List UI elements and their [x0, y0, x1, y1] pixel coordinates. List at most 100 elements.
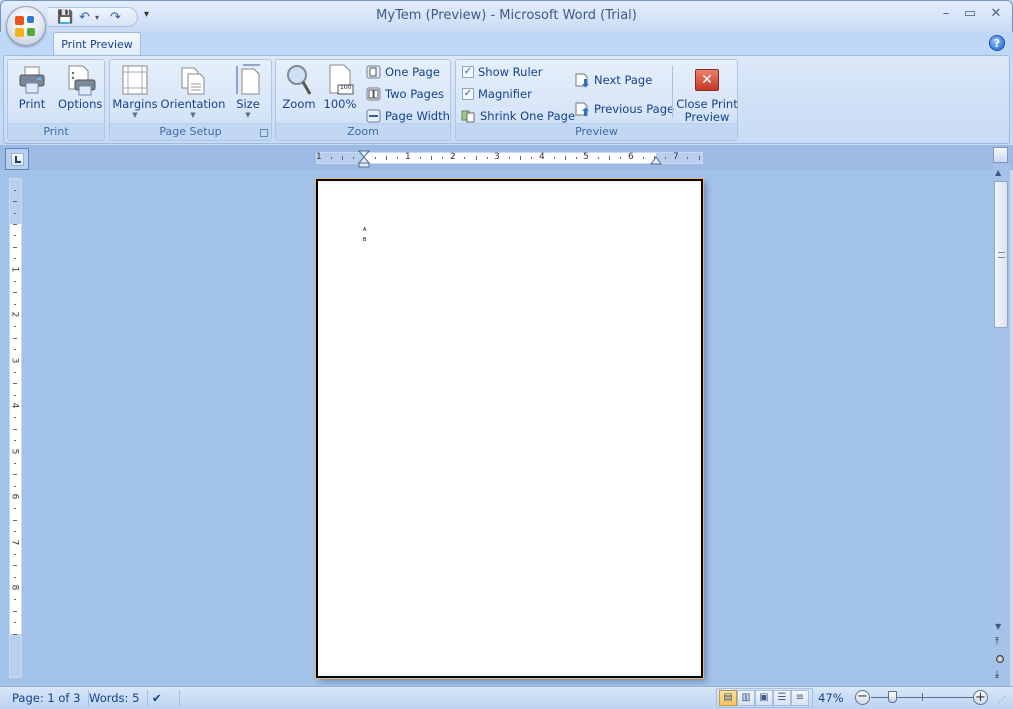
zoom-slider-center-mark [922, 693, 923, 701]
close-print-preview-button[interactable]: ✕ Close Print Preview [676, 62, 738, 124]
ruler-tick [14, 394, 16, 396]
office-button[interactable] [6, 6, 46, 46]
ruler-tick [564, 156, 566, 160]
ruler-label: 2 [450, 152, 456, 162]
ruler-tick [397, 157, 399, 159]
two-pages-button[interactable]: Two Pages [366, 84, 444, 104]
shrink-page-icon [461, 110, 475, 123]
magnifier-checkbox[interactable]: ✓ Magnifier [462, 84, 532, 104]
group-page-setup: Margins ▼ Orientation ▼ Size ▼ Page Setu… [109, 59, 272, 141]
ruler-tick [14, 235, 16, 237]
tab-selector-button[interactable] [5, 148, 29, 170]
full-screen-reading-view-icon[interactable]: ▥ [737, 690, 755, 706]
ruler-tick [609, 156, 611, 160]
office-logo-icon-part [27, 28, 35, 36]
ruler-tick [14, 440, 16, 442]
first-line-indent-marker[interactable] [358, 150, 370, 168]
scroll-thumb[interactable] [994, 181, 1008, 328]
zoom-level[interactable]: 47% [818, 690, 844, 707]
previous-page-button[interactable]: Previous Page [574, 99, 674, 119]
ruler-tick [620, 157, 622, 159]
office-logo-icon-part [15, 28, 24, 37]
next-page-icon [575, 73, 589, 88]
print-button[interactable]: Print [14, 62, 50, 120]
orientation-button[interactable]: Orientation ▼ [160, 62, 226, 120]
options-label: Options [58, 97, 103, 111]
web-layout-view-icon[interactable]: ▣ [755, 690, 773, 706]
vertical-ruler[interactable]: 1 2 3 4 5 6 7 8 [9, 178, 22, 678]
zoom-slider-thumb[interactable] [887, 691, 897, 703]
ruler-tick [14, 622, 16, 624]
right-indent-marker[interactable] [650, 155, 662, 165]
previous-page-arrow-icon[interactable]: ⤒ [995, 637, 999, 647]
scroll-up-arrow-icon[interactable]: ▲ [995, 168, 1001, 177]
ruler-label: 4 [9, 402, 20, 409]
page-text-line: B [363, 237, 367, 243]
zoom-button[interactable]: Zoom [280, 62, 318, 120]
zoom-100-button[interactable]: 100 100% [322, 62, 358, 120]
view-ruler-toggle-icon[interactable] [993, 147, 1008, 163]
ruler-tick [642, 157, 644, 159]
ruler-tick [14, 326, 16, 328]
dialog-launcher-icon[interactable] [260, 129, 268, 137]
ruler-tick [375, 157, 377, 159]
ruler-label: 2 [9, 311, 20, 318]
checkbox-checked-icon[interactable]: ✓ [462, 88, 474, 100]
next-page-button[interactable]: Next Page [574, 70, 652, 90]
scroll-down-arrow-icon[interactable]: ▼ [995, 622, 1001, 631]
office-logo-icon-part [27, 16, 34, 23]
word-count-status[interactable]: Words: 5 [81, 690, 149, 707]
proofing-icon[interactable]: ✔ [144, 690, 180, 707]
ruler-label: 6 [628, 152, 634, 162]
document-page[interactable]: A B [316, 179, 703, 678]
print-label: Print [18, 97, 46, 111]
options-button[interactable]: Options [58, 62, 102, 120]
ruler-tick [13, 337, 17, 339]
margins-button[interactable]: Margins ▼ [112, 62, 158, 120]
draft-view-icon[interactable]: ≡ [791, 690, 809, 706]
previous-page-label: Previous Page [594, 102, 675, 116]
ruler-tick [14, 189, 16, 191]
close-window-button[interactable]: ✕ [986, 6, 1006, 21]
ruler-label: 5 [583, 152, 589, 162]
next-page-arrow-icon[interactable]: ⤓ [995, 670, 999, 680]
outline-view-icon[interactable]: ☰ [773, 690, 791, 706]
ruler-tick [13, 633, 17, 635]
ruler-label: 1 [9, 266, 20, 272]
ruler-tick [520, 156, 522, 160]
one-page-button[interactable]: One Page [366, 62, 440, 82]
ruler-tick [13, 383, 17, 385]
ruler-tick [553, 157, 555, 159]
ruler-tick [464, 157, 466, 159]
print-layout-view-icon[interactable]: ▤ [719, 690, 737, 706]
ruler-tick [419, 157, 421, 159]
zoom-out-button[interactable]: − [855, 690, 870, 705]
ruler-label: 6 [9, 493, 20, 500]
help-icon[interactable]: ? [989, 35, 1005, 51]
maximize-button[interactable]: ▭ [960, 6, 980, 21]
ruler-label: 7 [9, 539, 20, 545]
shrink-one-page-label: Shrink One Page [480, 109, 576, 123]
ruler-tick [531, 157, 533, 159]
page-text-line: A [363, 227, 367, 233]
ruler-tick [698, 156, 700, 160]
size-button[interactable]: Size ▼ [230, 62, 266, 120]
ruler-tick [598, 157, 600, 159]
resize-grip-icon[interactable]: ⋰ [998, 695, 1006, 704]
minimize-button[interactable]: – [936, 6, 956, 21]
page-count-status[interactable]: Page: 1 of 3 [4, 690, 90, 707]
ruler-label: 5 [9, 448, 20, 454]
one-page-icon [366, 65, 381, 79]
ruler-label: 1 [405, 152, 411, 162]
show-ruler-checkbox[interactable]: ✓ Show Ruler [462, 62, 542, 82]
ruler-tick [386, 156, 388, 160]
tab-print-preview[interactable]: Print Preview [53, 32, 141, 56]
checkbox-checked-icon[interactable]: ✓ [462, 66, 474, 78]
horizontal-ruler[interactable]: 1 1 2 3 4 5 6 7 [316, 150, 703, 168]
ruler-tick [352, 157, 354, 159]
ruler-label: 8 [9, 584, 20, 591]
office-logo-icon [15, 16, 24, 25]
zoom-in-button[interactable]: + [973, 690, 988, 705]
page-width-label: Page Width [385, 109, 450, 123]
select-browse-object-icon[interactable] [996, 655, 1004, 663]
